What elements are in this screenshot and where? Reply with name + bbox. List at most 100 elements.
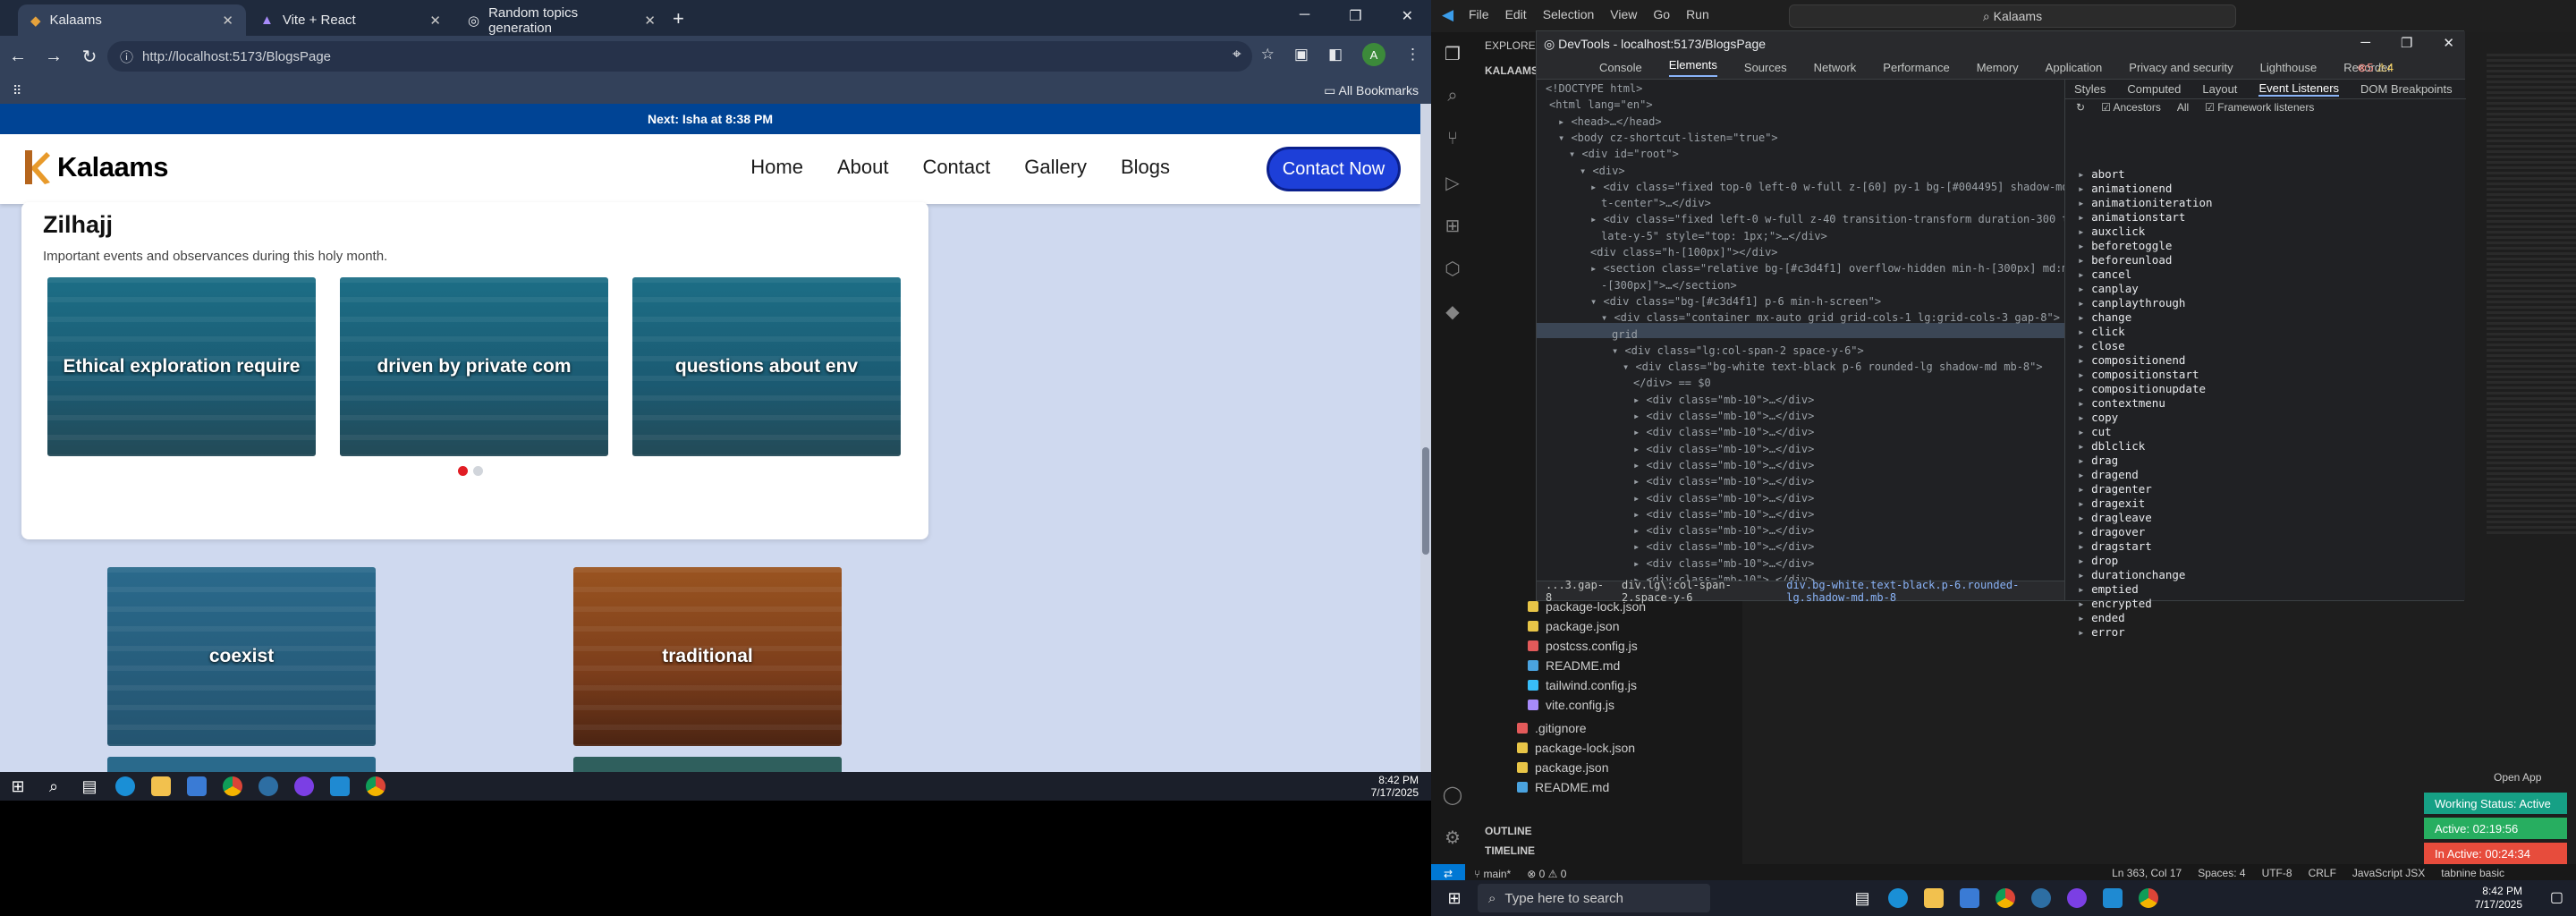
restore-icon[interactable]: ❐ [2401,35,2412,51]
page-scrollbar[interactable] [1420,104,1431,772]
timeline-section[interactable]: TIMELINE [1485,844,1535,857]
event-listener-item[interactable]: dblclick [2078,439,2145,453]
source-control-icon[interactable]: ⑂ [1442,129,1463,150]
chrome-icon[interactable] [215,772,250,801]
chrome-icon[interactable] [358,772,394,801]
file-item[interactable]: README.md [1517,780,1609,794]
app-icon[interactable] [250,772,286,801]
dom-node-line[interactable]: ▾ <body cz-shortcut-listen="true"> [1558,131,1778,145]
event-listener-item[interactable]: animationend [2078,182,2172,195]
dom-node-line[interactable]: ▾ <div class="lg:col-span-2 space-y-6"> [1612,344,1864,358]
file-item[interactable]: postcss.config.js [1528,639,1638,653]
event-listener-item[interactable]: dragover [2078,525,2145,539]
encoding-status[interactable]: UTF-8 [2262,867,2292,879]
event-listener-item[interactable]: error [2078,625,2125,639]
nav-about[interactable]: About [837,156,889,179]
minimize-icon[interactable]: ─ [1300,7,1309,25]
blog-tile[interactable]: coexist [107,567,376,746]
event-listener-item[interactable]: dragleave [2078,511,2152,524]
event-listener-item[interactable]: contextmenu [2078,396,2165,410]
blog-tile[interactable] [107,757,376,772]
dom-node-line[interactable]: ▸ <div class="mb-10">…</div> [1633,474,1814,488]
crumb[interactable]: div.lg\:col-span-2.space-y-6 [1622,579,1768,604]
dom-node-line[interactable]: ▾ <div class="bg-[#c3d4f1] p-6 min-h-scr… [1590,294,1881,309]
task-view-icon[interactable]: ▤ [72,772,107,801]
nav-contact[interactable]: Contact [922,156,990,179]
event-listener-item[interactable]: animationstart [2078,210,2185,224]
dom-node-line[interactable]: t-center">…</div> [1601,196,1711,210]
tabnine-icon[interactable]: ◆ [1442,301,1463,322]
dom-node-line[interactable]: ▸ <div class="fixed left-0 w-full z-40 t… [1590,212,2064,226]
dom-node-line[interactable]: ▸ <div class="mb-10">…</div> [1633,491,1814,505]
event-listener-item[interactable]: ended [2078,611,2125,624]
tab-performance[interactable]: Performance [1883,61,1949,74]
extension-icon[interactable]: ▣ [1294,46,1309,64]
all-bookmarks[interactable]: ▭ All Bookmarks [1324,83,1419,98]
event-listener-item[interactable]: dragexit [2078,496,2145,510]
taskbar-clock[interactable]: 8:42 PM 7/17/2025 [2475,885,2522,912]
store-icon[interactable] [179,772,215,801]
eol-status[interactable]: CRLF [2309,867,2336,879]
windows-start-icon[interactable]: ⊞ [0,772,36,801]
event-listener-item[interactable]: durationchange [2078,568,2185,581]
dom-node-line[interactable]: </div> == $0 [1633,376,1711,390]
taskbar-search-input[interactable]: ⌕ Type here to search [1478,884,1710,912]
tab-memory[interactable]: Memory [1977,61,2019,74]
crumb-current[interactable]: div.bg-white.text-black.p-6.rounded-lg.s… [1786,579,2064,604]
event-listener-item[interactable]: dragstart [2078,539,2152,553]
apps-icon[interactable]: ⠿ [13,83,21,98]
file-explorer-icon[interactable] [143,772,179,801]
dom-node-line[interactable]: ▸ <head>…</head> [1558,114,1662,129]
dom-node-line[interactable]: ▸ <section class="relative bg-[#c3d4f1] … [1590,261,2064,276]
file-item[interactable]: package.json [1517,760,1609,775]
crumb[interactable]: ...3.gap-8 [1546,579,1604,604]
problems-status[interactable]: ⊗ 0 ⚠ 0 [1527,868,1566,880]
tab-random-topics[interactable]: ◎ Random topics generation ✕ [455,4,668,36]
event-listener-item[interactable]: encrypted [2078,597,2152,610]
nav-home[interactable]: Home [750,156,803,179]
sidepanel-icon[interactable]: ◧ [1328,46,1343,64]
minimap[interactable] [2487,54,2576,537]
event-listener-item[interactable]: click [2078,325,2125,338]
event-listener-item[interactable]: animationiteration [2078,196,2212,209]
search-icon[interactable]: ⌕ [1442,86,1463,107]
tab-lighthouse[interactable]: Lighthouse [2260,61,2318,74]
files-icon[interactable]: ❐ [1442,43,1463,64]
file-item[interactable]: package-lock.json [1517,741,1635,755]
dom-node-line[interactable]: ▸ <div class="mb-10">…</div> [1633,507,1814,522]
dom-node-line[interactable]: ▾ <div class="container mx-auto grid gri… [1601,310,2060,325]
event-listener-item[interactable]: compositionend [2078,353,2185,367]
close-icon[interactable]: ✕ [644,13,656,29]
carousel-slide[interactable]: Ethical exploration require [47,277,316,456]
search-icon[interactable]: ⌕ [36,772,72,801]
tab-vite[interactable]: ▲ Vite + React ✕ [248,4,453,36]
tab-layout[interactable]: Layout [2202,82,2237,96]
close-window-icon[interactable]: ✕ [2443,35,2454,51]
site-logo[interactable]: Kalaams [20,147,169,188]
event-listener-item[interactable]: canplay [2078,282,2139,295]
menu-file[interactable]: File [1469,7,1489,21]
event-listener-item[interactable]: cut [2078,425,2112,438]
tab-console[interactable]: Console [1599,61,1642,74]
extensions-icon[interactable]: ⊞ [1442,215,1463,236]
gear-icon[interactable]: ⚙ [1442,827,1463,848]
event-listener-item[interactable]: compositionupdate [2078,382,2206,395]
account-icon[interactable]: ◯ [1442,784,1463,805]
dom-tree[interactable]: <!DOCTYPE html> <html lang="en"> ▸ <head>…… [1537,80,2064,581]
event-listener-item[interactable]: close [2078,339,2125,352]
event-listener-item[interactable]: auxclick [2078,225,2145,238]
close-icon[interactable]: ✕ [222,13,233,29]
event-listener-item[interactable]: dragend [2078,468,2139,481]
chrome-icon[interactable] [2131,884,2166,912]
nav-gallery[interactable]: Gallery [1024,156,1087,179]
reload-icon[interactable]: ↻ [72,46,107,68]
menu-edit[interactable]: Edit [1505,7,1527,21]
address-bar[interactable]: ⓘ http://localhost:5173/BlogsPage [107,41,1252,72]
tab-network[interactable]: Network [1814,61,1857,74]
carousel-slide[interactable]: driven by private com [340,277,608,456]
event-listener-item[interactable]: beforetoggle [2078,239,2172,252]
edge-icon[interactable] [1880,884,1916,912]
carousel-slide[interactable]: questions about env [632,277,901,456]
event-listener-item[interactable]: change [2078,310,2131,324]
notification-icon[interactable]: ▢ [2550,888,2563,906]
